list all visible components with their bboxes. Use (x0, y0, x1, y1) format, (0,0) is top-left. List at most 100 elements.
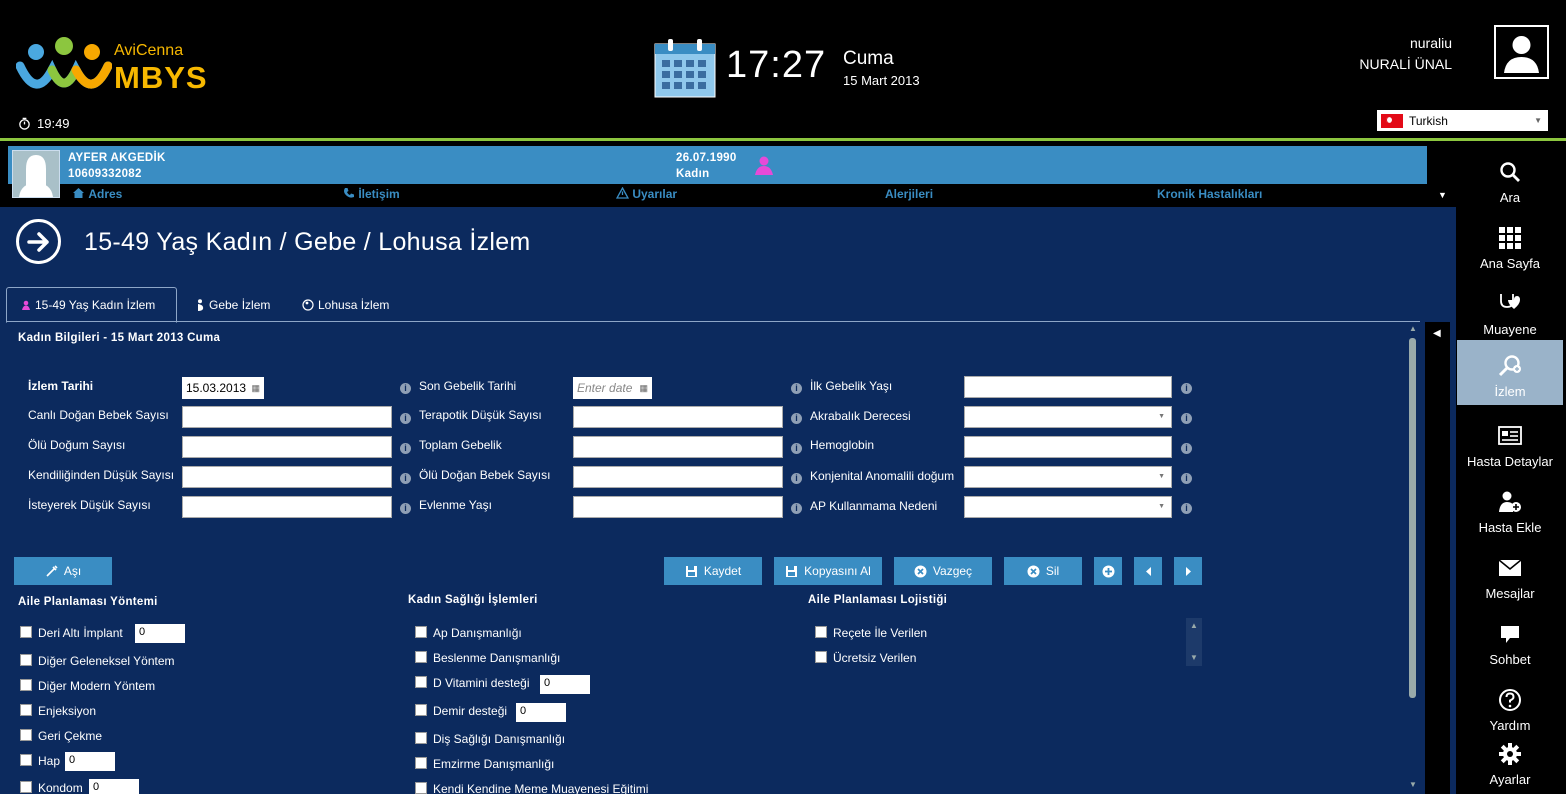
checkbox[interactable] (415, 732, 427, 744)
save-button[interactable]: Kaydet (664, 557, 762, 585)
home-icon (73, 188, 84, 198)
next-button[interactable] (1174, 557, 1202, 585)
scroll-down-icon[interactable]: ▼ (1190, 653, 1198, 662)
info-icon[interactable]: i (791, 443, 802, 454)
evlenme-yasi-input[interactable] (573, 496, 783, 518)
akrabalik-select[interactable] (964, 406, 1172, 428)
checkbox[interactable] (415, 704, 427, 716)
checkbox[interactable] (815, 626, 827, 638)
scroll-up-icon[interactable]: ▲ (1409, 324, 1417, 333)
checkbox[interactable] (20, 679, 32, 691)
patient-demographics: 26.07.1990 Kadın (676, 150, 737, 182)
cancel-button[interactable]: Vazgeç (894, 557, 992, 585)
ks-item-label: Kendi Kendine Meme Muayenesi Eğitimi (433, 782, 649, 794)
ap-item-label: Diğer Modern Yöntem (38, 679, 156, 693)
help-icon (1499, 689, 1521, 711)
info-icon[interactable]: i (400, 503, 411, 514)
checkbox[interactable] (415, 782, 427, 794)
info-icon[interactable]: i (791, 473, 802, 484)
sidebar-item-ana-sayfa[interactable]: Ana Sayfa (1457, 213, 1563, 277)
terapotik-dusuk-input[interactable] (573, 406, 783, 428)
ap-kullanmama-select[interactable] (964, 496, 1172, 518)
checkbox[interactable] (20, 754, 32, 766)
checkbox[interactable] (415, 757, 427, 769)
hap-input[interactable]: 0 (65, 752, 115, 771)
user-avatar[interactable] (1494, 25, 1549, 79)
checkbox[interactable] (415, 626, 427, 638)
patient-gender: Kadın (676, 168, 710, 180)
info-icon[interactable]: i (1181, 443, 1192, 454)
info-icon[interactable]: i (400, 473, 411, 484)
ilk-gebelik-yasi-input[interactable] (964, 376, 1172, 398)
tab-lohusa-izlem[interactable]: Lohusa İzlem (288, 287, 403, 322)
info-icon[interactable]: i (400, 413, 411, 424)
olu-dogum-input[interactable] (182, 436, 392, 458)
deri-alti-input[interactable]: 0 (135, 624, 185, 643)
sidebar-item-sohbet[interactable]: Sohbet (1457, 609, 1563, 673)
copy-button[interactable]: Kopyasını Al (774, 557, 882, 585)
scrollbar-thumb[interactable] (1409, 338, 1416, 698)
sidebar-item-ara[interactable]: Ara (1457, 147, 1563, 211)
language-select[interactable]: Turkish ▼ (1377, 110, 1548, 131)
kondom-input[interactable]: 0 (89, 779, 139, 794)
olu-dogan-bebek-input[interactable] (573, 466, 783, 488)
main-scrollbar[interactable]: ▲ ▼ (1406, 322, 1420, 794)
link-iletisim[interactable]: İletişim (343, 187, 400, 201)
canli-dogan-input[interactable] (182, 406, 392, 428)
info-icon[interactable]: i (400, 443, 411, 454)
scroll-down-icon[interactable]: ▼ (1409, 780, 1417, 789)
floppy-icon (786, 565, 798, 577)
checkbox[interactable] (815, 651, 827, 663)
user-info[interactable]: nuraliu NURALİ ÜNAL (1359, 33, 1452, 75)
d-vitamini-input[interactable]: 0 (540, 675, 590, 694)
back-arrow-icon[interactable] (16, 219, 61, 264)
checkbox[interactable] (20, 704, 32, 716)
checkbox[interactable] (415, 676, 427, 688)
label-terapotik-dusuk: Terapotik Düşük Sayısı (419, 408, 542, 422)
link-adres[interactable]: Adres (72, 187, 122, 201)
panel-collapse[interactable]: ◀ (1425, 322, 1450, 794)
son-gebelik-field[interactable]: Enter date ▦ (573, 377, 652, 399)
scroll-up-icon[interactable]: ▲ (1190, 621, 1198, 630)
checkbox[interactable] (20, 781, 32, 793)
expand-chevron-icon[interactable]: ▼ (1438, 190, 1447, 200)
close-circle-icon (1027, 565, 1040, 577)
checkbox[interactable] (20, 654, 32, 666)
tab-gebe-izlem[interactable]: Gebe İzlem (182, 287, 284, 322)
checkbox[interactable] (20, 729, 32, 741)
list-scrollbar[interactable]: ▲ ▼ (1186, 618, 1202, 666)
info-icon[interactable]: i (791, 383, 802, 394)
info-icon[interactable]: i (400, 383, 411, 394)
previous-button[interactable] (1134, 557, 1162, 585)
info-icon[interactable]: i (791, 503, 802, 514)
sidebar-item-mesajlar[interactable]: Mesajlar (1457, 543, 1563, 607)
asi-button[interactable]: Aşı (14, 557, 112, 585)
link-alerjileri[interactable]: Alerjileri (885, 187, 933, 201)
demir-destegi-input[interactable]: 0 (516, 703, 566, 722)
collapse-left-icon[interactable]: ◀ (1433, 328, 1441, 339)
tab-kadin-izlem[interactable]: 15-49 Yaş Kadın İzlem (6, 287, 177, 323)
konjenital-select[interactable] (964, 466, 1172, 488)
add-button[interactable] (1094, 557, 1122, 585)
kendiliginden-dusuk-input[interactable] (182, 466, 392, 488)
info-icon[interactable]: i (1181, 413, 1192, 424)
sidebar-item-hasta-ekle[interactable]: Hasta Ekle (1457, 477, 1563, 541)
toplam-gebelik-input[interactable] (573, 436, 783, 458)
label-ilk-gebelik-yasi: İlk Gebelik Yaşı (810, 379, 893, 393)
checkbox[interactable] (20, 626, 32, 638)
sidebar-item-hasta-detaylar[interactable]: Hasta Detaylar (1457, 411, 1563, 475)
info-icon[interactable]: i (1181, 473, 1192, 484)
sidebar-item-ayarlar[interactable]: Ayarlar (1457, 727, 1563, 793)
info-icon[interactable]: i (1181, 383, 1192, 394)
info-icon[interactable]: i (1181, 503, 1192, 514)
link-kronik[interactable]: Kronik Hastalıkları (1157, 187, 1262, 201)
delete-button[interactable]: Sil (1004, 557, 1082, 585)
info-icon[interactable]: i (791, 413, 802, 424)
sidebar-item-izlem[interactable]: İzlem (1457, 340, 1563, 405)
sidebar-item-muayene[interactable]: Muayene (1457, 279, 1563, 343)
hemoglobin-input[interactable] (964, 436, 1172, 458)
izlem-tarihi-field[interactable]: 15.03.2013 ▦ (182, 377, 264, 399)
link-uyarilar[interactable]: Uyarılar (615, 186, 677, 201)
isteyerek-dusuk-input[interactable] (182, 496, 392, 518)
checkbox[interactable] (415, 651, 427, 663)
